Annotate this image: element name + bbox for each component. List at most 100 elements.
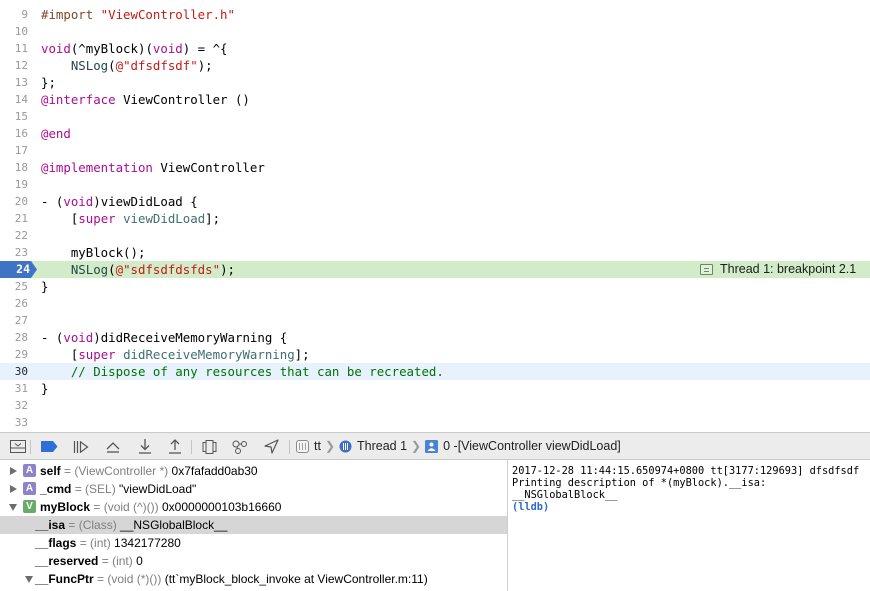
- variable-row[interactable]: A _cmd = (SEL) "viewDidLoad": [0, 480, 507, 498]
- variable-row[interactable]: __FuncPtr = (void (*)()) (tt`myBlock_blo…: [0, 570, 507, 588]
- line-number: 27: [14, 314, 28, 327]
- variables-view[interactable]: Aself = (ViewController *) 0x7fafadd0ab3…: [0, 460, 507, 591]
- variable-name: __isa: [35, 518, 66, 532]
- line-number: 21: [14, 212, 28, 225]
- view-hierarchy-icon[interactable]: [200, 438, 218, 455]
- disclosure-collapsed-icon[interactable]: [10, 467, 17, 475]
- code-line[interactable]: 13};: [0, 74, 870, 91]
- argument-badge-icon: A: [23, 482, 36, 495]
- code-text: - (void)didReceiveMemoryWarning {: [41, 330, 288, 345]
- variable-type: = (void (*)()): [93, 572, 165, 586]
- code-text: }: [41, 279, 49, 294]
- continue-icon[interactable]: [72, 438, 90, 455]
- code-line[interactable]: 23 myBlock();: [0, 244, 870, 261]
- code-line[interactable]: 15: [0, 108, 870, 125]
- code-line[interactable]: 21 [super viewDidLoad];: [0, 210, 870, 227]
- breadcrumb-thread[interactable]: Thread 1: [357, 439, 407, 453]
- line-number: 19: [14, 178, 28, 191]
- code-line[interactable]: 24 NSLog(@"sdfsdfdsfds"); Thread 1: break…: [0, 261, 870, 278]
- disclosure-collapsed-icon[interactable]: [10, 485, 17, 493]
- app-icon: [296, 439, 309, 453]
- code-line[interactable]: 20 - (void)viewDidLoad {: [0, 193, 870, 210]
- code-line[interactable]: 31}: [0, 380, 870, 397]
- code-text: };: [41, 75, 56, 90]
- variable-value: "viewDidLoad": [119, 482, 197, 496]
- code-text: [super didReceiveMemoryWarning];: [41, 347, 310, 362]
- code-line[interactable]: 11 void(^myBlock)(void) = ^{: [0, 40, 870, 57]
- breakpoint-marker[interactable]: 24: [0, 261, 37, 278]
- source-editor[interactable]: 9 #import "ViewController.h" 10 11 void(^myB…: [0, 0, 870, 432]
- code-line[interactable]: 19: [0, 176, 870, 193]
- breakpoints-toggle-icon[interactable]: [40, 438, 58, 455]
- code-text: [super viewDidLoad];: [41, 211, 221, 226]
- variable-row[interactable]: VmyBlock = (void (^)()) 0x0000000103b166…: [0, 498, 507, 516]
- variable-value: 0x0000000103b16660: [162, 500, 282, 514]
- console-line: 2017-12-28 11:44:15.650974+0800 tt[3177:…: [512, 465, 860, 477]
- code-line[interactable]: 32: [0, 397, 870, 414]
- disclosure-expanded-icon[interactable]: [25, 576, 33, 583]
- hide-debug-area-icon[interactable]: [9, 438, 27, 455]
- code-line[interactable]: 10: [0, 23, 870, 40]
- code-line[interactable]: 25}: [0, 278, 870, 295]
- line-number: 25: [14, 280, 28, 293]
- line-number: 10: [14, 25, 28, 38]
- code-line[interactable]: 17: [0, 142, 870, 159]
- debug-breadcrumb: tt ❯ Thread 1 ❯ 0 -[ViewController viewD…: [296, 433, 621, 459]
- line-number: 13: [14, 76, 28, 89]
- code-line[interactable]: 29 [super didReceiveMemoryWarning];: [0, 346, 870, 363]
- code-line[interactable]: 27: [0, 312, 870, 329]
- code-text: @end: [41, 126, 71, 141]
- variable-name: __FuncPtr: [35, 572, 94, 586]
- code-text: @implementation ViewController: [41, 160, 265, 175]
- line-number: 28: [14, 331, 28, 344]
- code-line[interactable]: 33: [0, 414, 870, 431]
- disclosure-expanded-icon[interactable]: [9, 504, 17, 511]
- variable-row[interactable]: __reserved = (int) 0: [0, 552, 507, 570]
- simulate-location-icon[interactable]: [262, 438, 280, 455]
- code-line[interactable]: 22: [0, 227, 870, 244]
- lldb-prompt[interactable]: (lldb): [512, 501, 870, 513]
- step-into-icon[interactable]: [136, 438, 154, 455]
- variable-type: = (int): [98, 554, 137, 568]
- variable-badge-icon: V: [23, 500, 36, 513]
- code-text: NSLog(@"sdfsdfdsfds");: [70, 262, 235, 277]
- code-line[interactable]: 28 - (void)didReceiveMemoryWarning {: [0, 329, 870, 346]
- code-line[interactable]: 9 #import "ViewController.h": [0, 6, 870, 23]
- code-line[interactable]: 12 NSLog(@"dfsdfsdf");: [0, 57, 870, 74]
- variable-value: 0x7fafadd0ab30: [171, 464, 258, 478]
- code-line[interactable]: 14 @interface ViewController (): [0, 91, 870, 108]
- variable-type: = (Class): [65, 518, 121, 532]
- code-line[interactable]: 16 @end: [0, 125, 870, 142]
- line-number: 24: [16, 262, 30, 276]
- variable-row[interactable]: Aself = (ViewController *) 0x7fafadd0ab3…: [0, 462, 507, 480]
- thread-annotation[interactable]: Thread 1: breakpoint 2.1: [700, 262, 856, 277]
- variable-type: = (SEL): [71, 482, 120, 496]
- variable-text: __flags = (int) 1342177280: [35, 534, 181, 552]
- line-number: 18: [14, 161, 28, 174]
- code-text: // Dispose of any resources that can be …: [70, 364, 444, 379]
- line-number: 9: [21, 8, 28, 21]
- line-number: 16: [14, 127, 28, 140]
- line-number: 11: [14, 42, 28, 55]
- memory-graph-icon[interactable]: [231, 438, 249, 455]
- step-out-icon[interactable]: [166, 438, 184, 455]
- code-line[interactable]: 18 @implementation ViewController: [0, 159, 870, 176]
- line-number: 33: [14, 416, 28, 429]
- thread-annotation-label: Thread 1: breakpoint 2.1: [720, 262, 857, 276]
- variable-text: __isa = (Class) __NSGlobalBlock__: [35, 516, 227, 534]
- breadcrumb-frame[interactable]: 0 -[ViewController viewDidLoad]: [443, 439, 621, 453]
- variable-row[interactable]: __flags = (int) 1342177280: [0, 534, 507, 552]
- code-text: - (void)viewDidLoad {: [41, 194, 198, 209]
- step-over-icon[interactable]: [104, 438, 122, 455]
- stack-frame-icon: [425, 439, 439, 453]
- line-number: 14: [14, 93, 28, 106]
- code-line[interactable]: 30 // Dispose of any resources that can …: [0, 363, 870, 380]
- breadcrumb-app[interactable]: tt: [314, 439, 321, 453]
- variable-row[interactable]: __isa = (Class) __NSGlobalBlock__: [0, 516, 507, 534]
- line-number: 23: [14, 246, 28, 259]
- variable-text: self = (ViewController *) 0x7fafadd0ab30: [40, 462, 258, 480]
- debug-console[interactable]: 2017-12-28 11:44:15.650974+0800 tt[3177:…: [508, 460, 870, 591]
- line-number: 22: [14, 229, 28, 242]
- variable-name: __reserved: [35, 554, 99, 568]
- code-line[interactable]: 26: [0, 295, 870, 312]
